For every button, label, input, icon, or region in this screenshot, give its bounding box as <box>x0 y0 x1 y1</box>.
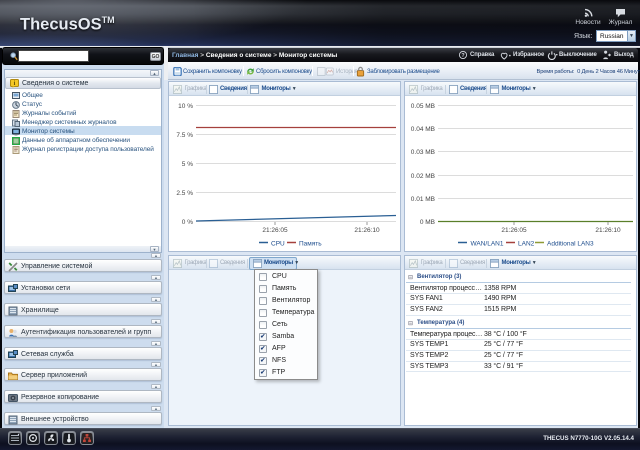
svg-text:21:26:10: 21:26:10 <box>595 227 621 234</box>
svg-text:LAN2: LAN2 <box>518 241 535 248</box>
svg-text:0.04 MB: 0.04 MB <box>411 126 435 133</box>
svg-text:0 %: 0 % <box>182 219 193 226</box>
svg-text:0.03 MB: 0.03 MB <box>411 149 435 156</box>
svg-text:5 %: 5 % <box>182 161 193 168</box>
svg-text:21:26:10: 21:26:10 <box>354 227 380 234</box>
svg-text:0.02 MB: 0.02 MB <box>411 173 435 180</box>
svg-text:0.05 MB: 0.05 MB <box>411 103 435 110</box>
svg-text:2.5 %: 2.5 % <box>176 190 193 197</box>
svg-text:Память: Память <box>299 241 322 248</box>
svg-text:Additional LAN3: Additional LAN3 <box>547 241 594 248</box>
svg-text:WAN/LAN1: WAN/LAN1 <box>471 241 504 248</box>
svg-text:10 %: 10 % <box>178 103 193 110</box>
svg-text:21:26:05: 21:26:05 <box>501 227 527 234</box>
svg-text:0.01 MB: 0.01 MB <box>411 196 435 203</box>
svg-text:CPU: CPU <box>271 241 285 248</box>
svg-text:7.5 %: 7.5 % <box>176 132 193 139</box>
svg-text:?: ? <box>461 53 464 59</box>
svg-text:0 MB: 0 MB <box>420 219 435 226</box>
svg-text:21:26:05: 21:26:05 <box>262 227 288 234</box>
